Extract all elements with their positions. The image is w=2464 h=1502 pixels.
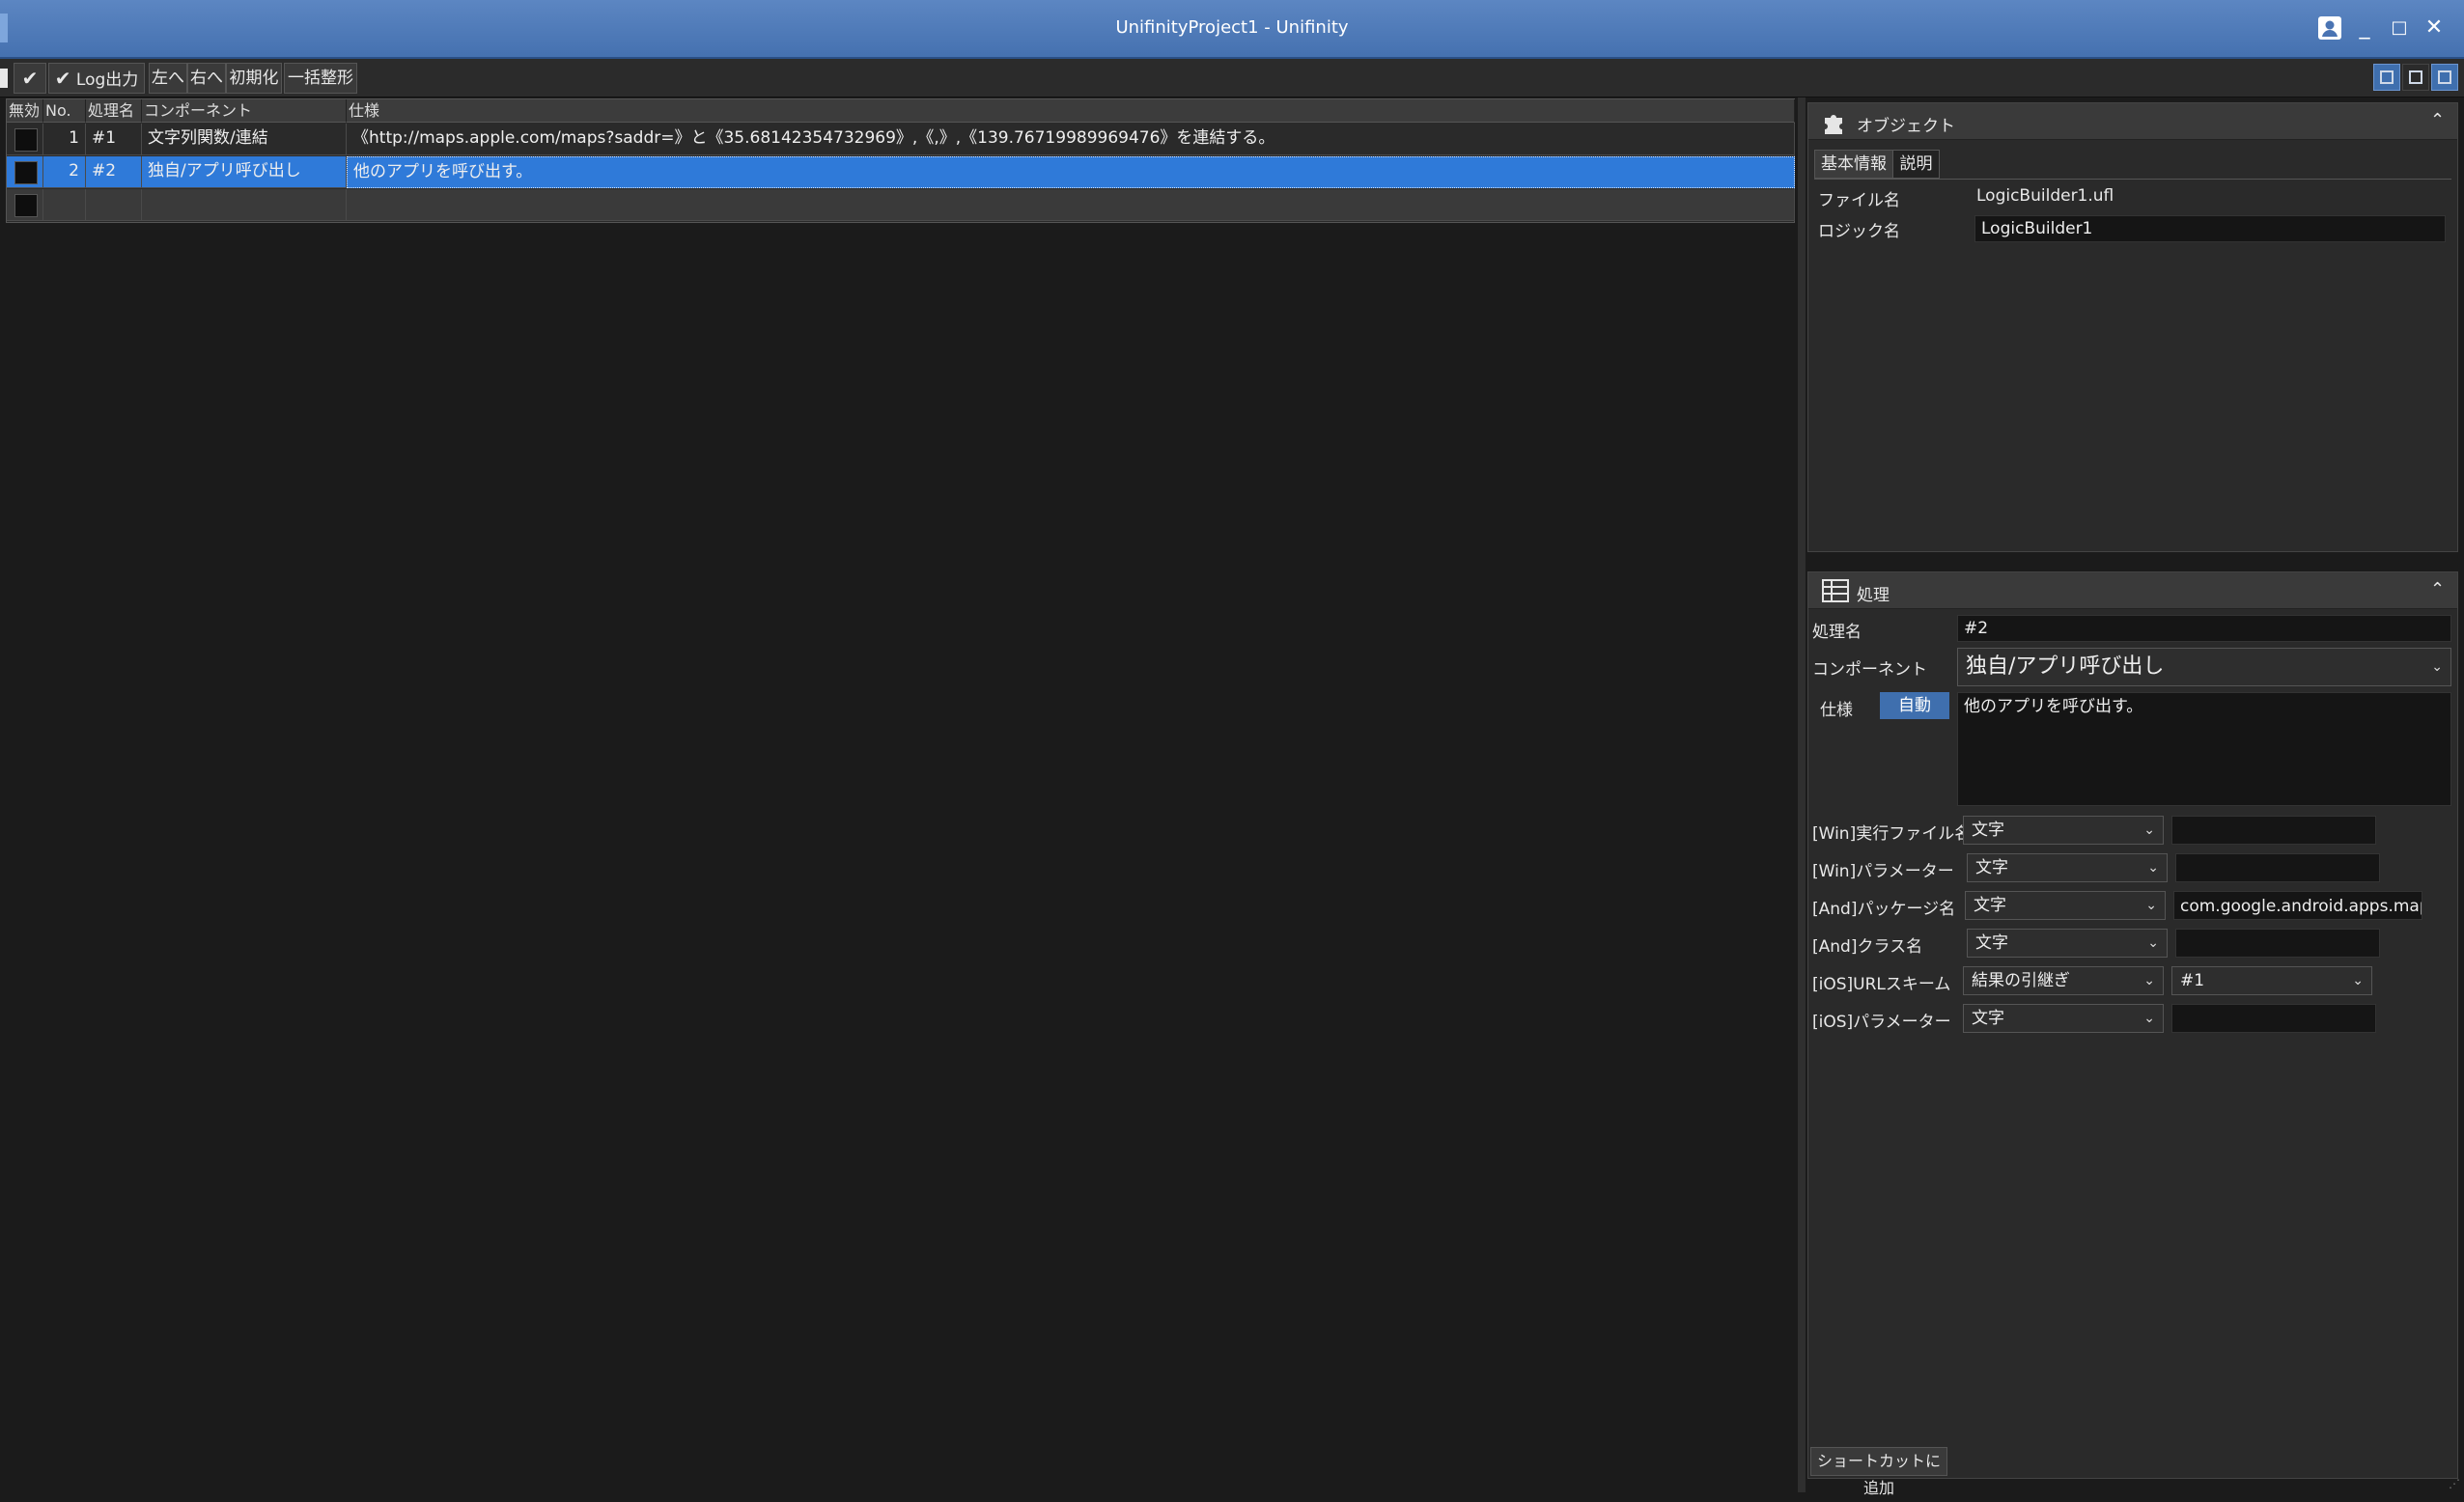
process-panel: 処理 ⌃ 処理名 #2 コンポーネント 独自/アプリ呼び出し ⌄ 仕様 自動 他… <box>1807 571 2458 1497</box>
minimize-button[interactable]: _ <box>2348 12 2381 44</box>
toolbar: ✔ ✔ Log出力 左へ 右へ 初期化 一括整形 <box>0 59 2464 97</box>
resize-grip-icon[interactable]: ⋰ <box>2449 1477 2462 1490</box>
row-name[interactable] <box>86 189 142 221</box>
param-label: [Win]パラメーター <box>1812 862 1954 881</box>
tab-description[interactable]: 説明 <box>1893 150 1940 179</box>
puzzle-icon <box>1825 115 1842 134</box>
layout-center-icon[interactable] <box>2402 64 2429 91</box>
account-icon[interactable] <box>2313 12 2346 44</box>
check-icon: ✔ <box>54 67 71 90</box>
file-name-value: LogicBuilder1.ufl <box>1976 186 2114 206</box>
param-type-select[interactable]: 文字 ⌄ <box>1967 853 2168 882</box>
tab-basic-info[interactable]: 基本情報 <box>1814 150 1893 179</box>
param-value-field[interactable] <box>2171 816 2376 845</box>
log-output-toggle[interactable]: ✔ Log出力 <box>48 63 145 94</box>
chevron-down-icon: ⌄ <box>2143 1011 2155 1026</box>
spec-label: 仕様 <box>1820 701 1853 720</box>
row-component[interactable]: 文字列関数/連結 <box>142 124 347 155</box>
table-row[interactable]: 1 #1 文字列関数/連結 《http://maps.apple.com/map… <box>7 124 1795 156</box>
chevron-down-icon: ⌄ <box>2352 973 2364 988</box>
layout-right-icon[interactable] <box>2431 64 2458 91</box>
layout-left-icon[interactable] <box>2373 64 2400 91</box>
process-panel-header[interactable]: 処理 ⌃ <box>1808 572 2457 609</box>
object-panel-header[interactable]: オブジェクト ⌃ <box>1808 103 2457 140</box>
table-row-new[interactable] <box>7 189 1795 222</box>
vertical-splitter[interactable] <box>1798 97 1806 1492</box>
maximize-button[interactable]: □ <box>2383 12 2416 44</box>
disabled-checkbox[interactable] <box>14 128 38 152</box>
spec-auto-button[interactable]: 自動 <box>1880 692 1949 719</box>
table-row-selected[interactable]: 2 #2 独自/アプリ呼び出し 他のアプリを呼び出す。 <box>7 156 1795 189</box>
window-title: UnifinityProject1 - Unifinity <box>1115 17 1349 38</box>
move-left-button[interactable]: 左へ <box>149 63 187 94</box>
col-header-no[interactable]: No. <box>43 99 86 123</box>
chevron-down-icon: ⌄ <box>2143 973 2155 988</box>
add-shortcut-button[interactable]: ショートカットに追加 <box>1810 1447 1947 1497</box>
param-value-field[interactable] <box>2175 853 2380 882</box>
process-grid: 無効 No. 処理名 コンポーネント 仕様 1 #1 文字列関数/連結 《htt… <box>6 98 1795 223</box>
tab-divider <box>1814 179 2451 180</box>
row-name[interactable]: #2 <box>86 156 142 188</box>
param-value-select[interactable]: #1 ⌄ <box>2171 966 2372 995</box>
disabled-checkbox-cell[interactable] <box>7 156 43 188</box>
format-all-button[interactable]: 一括整形 <box>284 63 357 94</box>
col-header-name[interactable]: 処理名 <box>86 99 142 123</box>
param-type-select[interactable]: 文字 ⌄ <box>1963 1004 2164 1033</box>
row-no: 2 <box>43 156 86 188</box>
chevron-down-icon: ⌄ <box>2147 935 2159 951</box>
param-value-field[interactable] <box>2171 1004 2376 1033</box>
check-icon[interactable]: ✔ <box>14 63 46 94</box>
col-header-disabled[interactable]: 無効 <box>7 99 43 123</box>
table-icon <box>1822 579 1849 602</box>
object-panel-title: オブジェクト <box>1857 117 1955 136</box>
collapse-chevron-icon[interactable]: ⌃ <box>2430 110 2445 130</box>
object-panel: オブジェクト ⌃ 基本情報 説明 ファイル名 LogicBuilder1.ufl… <box>1807 102 2458 552</box>
disabled-checkbox-cell[interactable] <box>7 124 43 155</box>
param-type-select[interactable]: 結果の引継ぎ ⌄ <box>1963 966 2164 995</box>
process-panel-title: 処理 <box>1857 586 1890 605</box>
param-label: [And]パッケージ名 <box>1812 900 1956 919</box>
title-bar: UnifinityProject1 - Unifinity _ □ ✕ <box>0 0 2464 59</box>
param-type-select[interactable]: 文字 ⌄ <box>1965 891 2166 920</box>
component-label: コンポーネント <box>1812 660 1927 680</box>
param-type-select[interactable]: 文字 ⌄ <box>1967 929 2168 958</box>
row-spec[interactable]: 他のアプリを呼び出す。 <box>347 156 1795 188</box>
spec-textarea[interactable]: 他のアプリを呼び出す。 <box>1957 692 2451 806</box>
process-name-field[interactable]: #2 <box>1957 615 2451 642</box>
row-no <box>43 189 86 221</box>
process-name-label: 処理名 <box>1812 623 1862 642</box>
file-name-label: ファイル名 <box>1818 191 1900 210</box>
param-type-select[interactable]: 文字 ⌄ <box>1963 816 2164 845</box>
row-name[interactable]: #1 <box>86 124 142 155</box>
disabled-checkbox[interactable] <box>14 161 38 184</box>
move-right-button[interactable]: 右へ <box>187 63 226 94</box>
param-label: [iOS]パラメーター <box>1812 1013 1951 1032</box>
component-select[interactable]: 独自/アプリ呼び出し ⌄ <box>1957 648 2451 686</box>
col-header-component[interactable]: コンポーネント <box>142 99 347 123</box>
chevron-down-icon: ⌄ <box>2143 822 2155 838</box>
row-no: 1 <box>43 124 86 155</box>
chevron-down-icon: ⌄ <box>2431 659 2443 675</box>
param-label: [And]クラス名 <box>1812 937 1923 957</box>
param-label: [Win]実行ファイル名 <box>1812 824 1972 844</box>
param-value-field[interactable]: com.google.android.apps.maps <box>2173 891 2422 920</box>
col-header-spec[interactable]: 仕様 <box>347 99 1795 123</box>
row-component[interactable] <box>142 189 347 221</box>
logic-name-label: ロジック名 <box>1818 222 1900 241</box>
collapse-chevron-icon[interactable]: ⌃ <box>2430 579 2445 599</box>
row-spec[interactable]: 《http://maps.apple.com/maps?saddr=》と《35.… <box>347 124 1795 155</box>
reset-button[interactable]: 初期化 <box>226 63 282 94</box>
disabled-checkbox-cell[interactable] <box>7 189 43 221</box>
row-spec[interactable] <box>347 189 1795 221</box>
chevron-down-icon: ⌄ <box>2147 860 2159 876</box>
logic-name-field[interactable]: LogicBuilder1 <box>1974 215 2446 242</box>
chevron-down-icon: ⌄ <box>2145 898 2157 913</box>
param-value-field[interactable] <box>2175 929 2380 958</box>
row-component[interactable]: 独自/アプリ呼び出し <box>142 156 347 188</box>
partial-checkbox[interactable] <box>0 69 8 88</box>
disabled-checkbox[interactable] <box>14 194 38 217</box>
close-button[interactable]: ✕ <box>2418 12 2450 44</box>
param-label: [iOS]URLスキーム <box>1812 975 1951 994</box>
